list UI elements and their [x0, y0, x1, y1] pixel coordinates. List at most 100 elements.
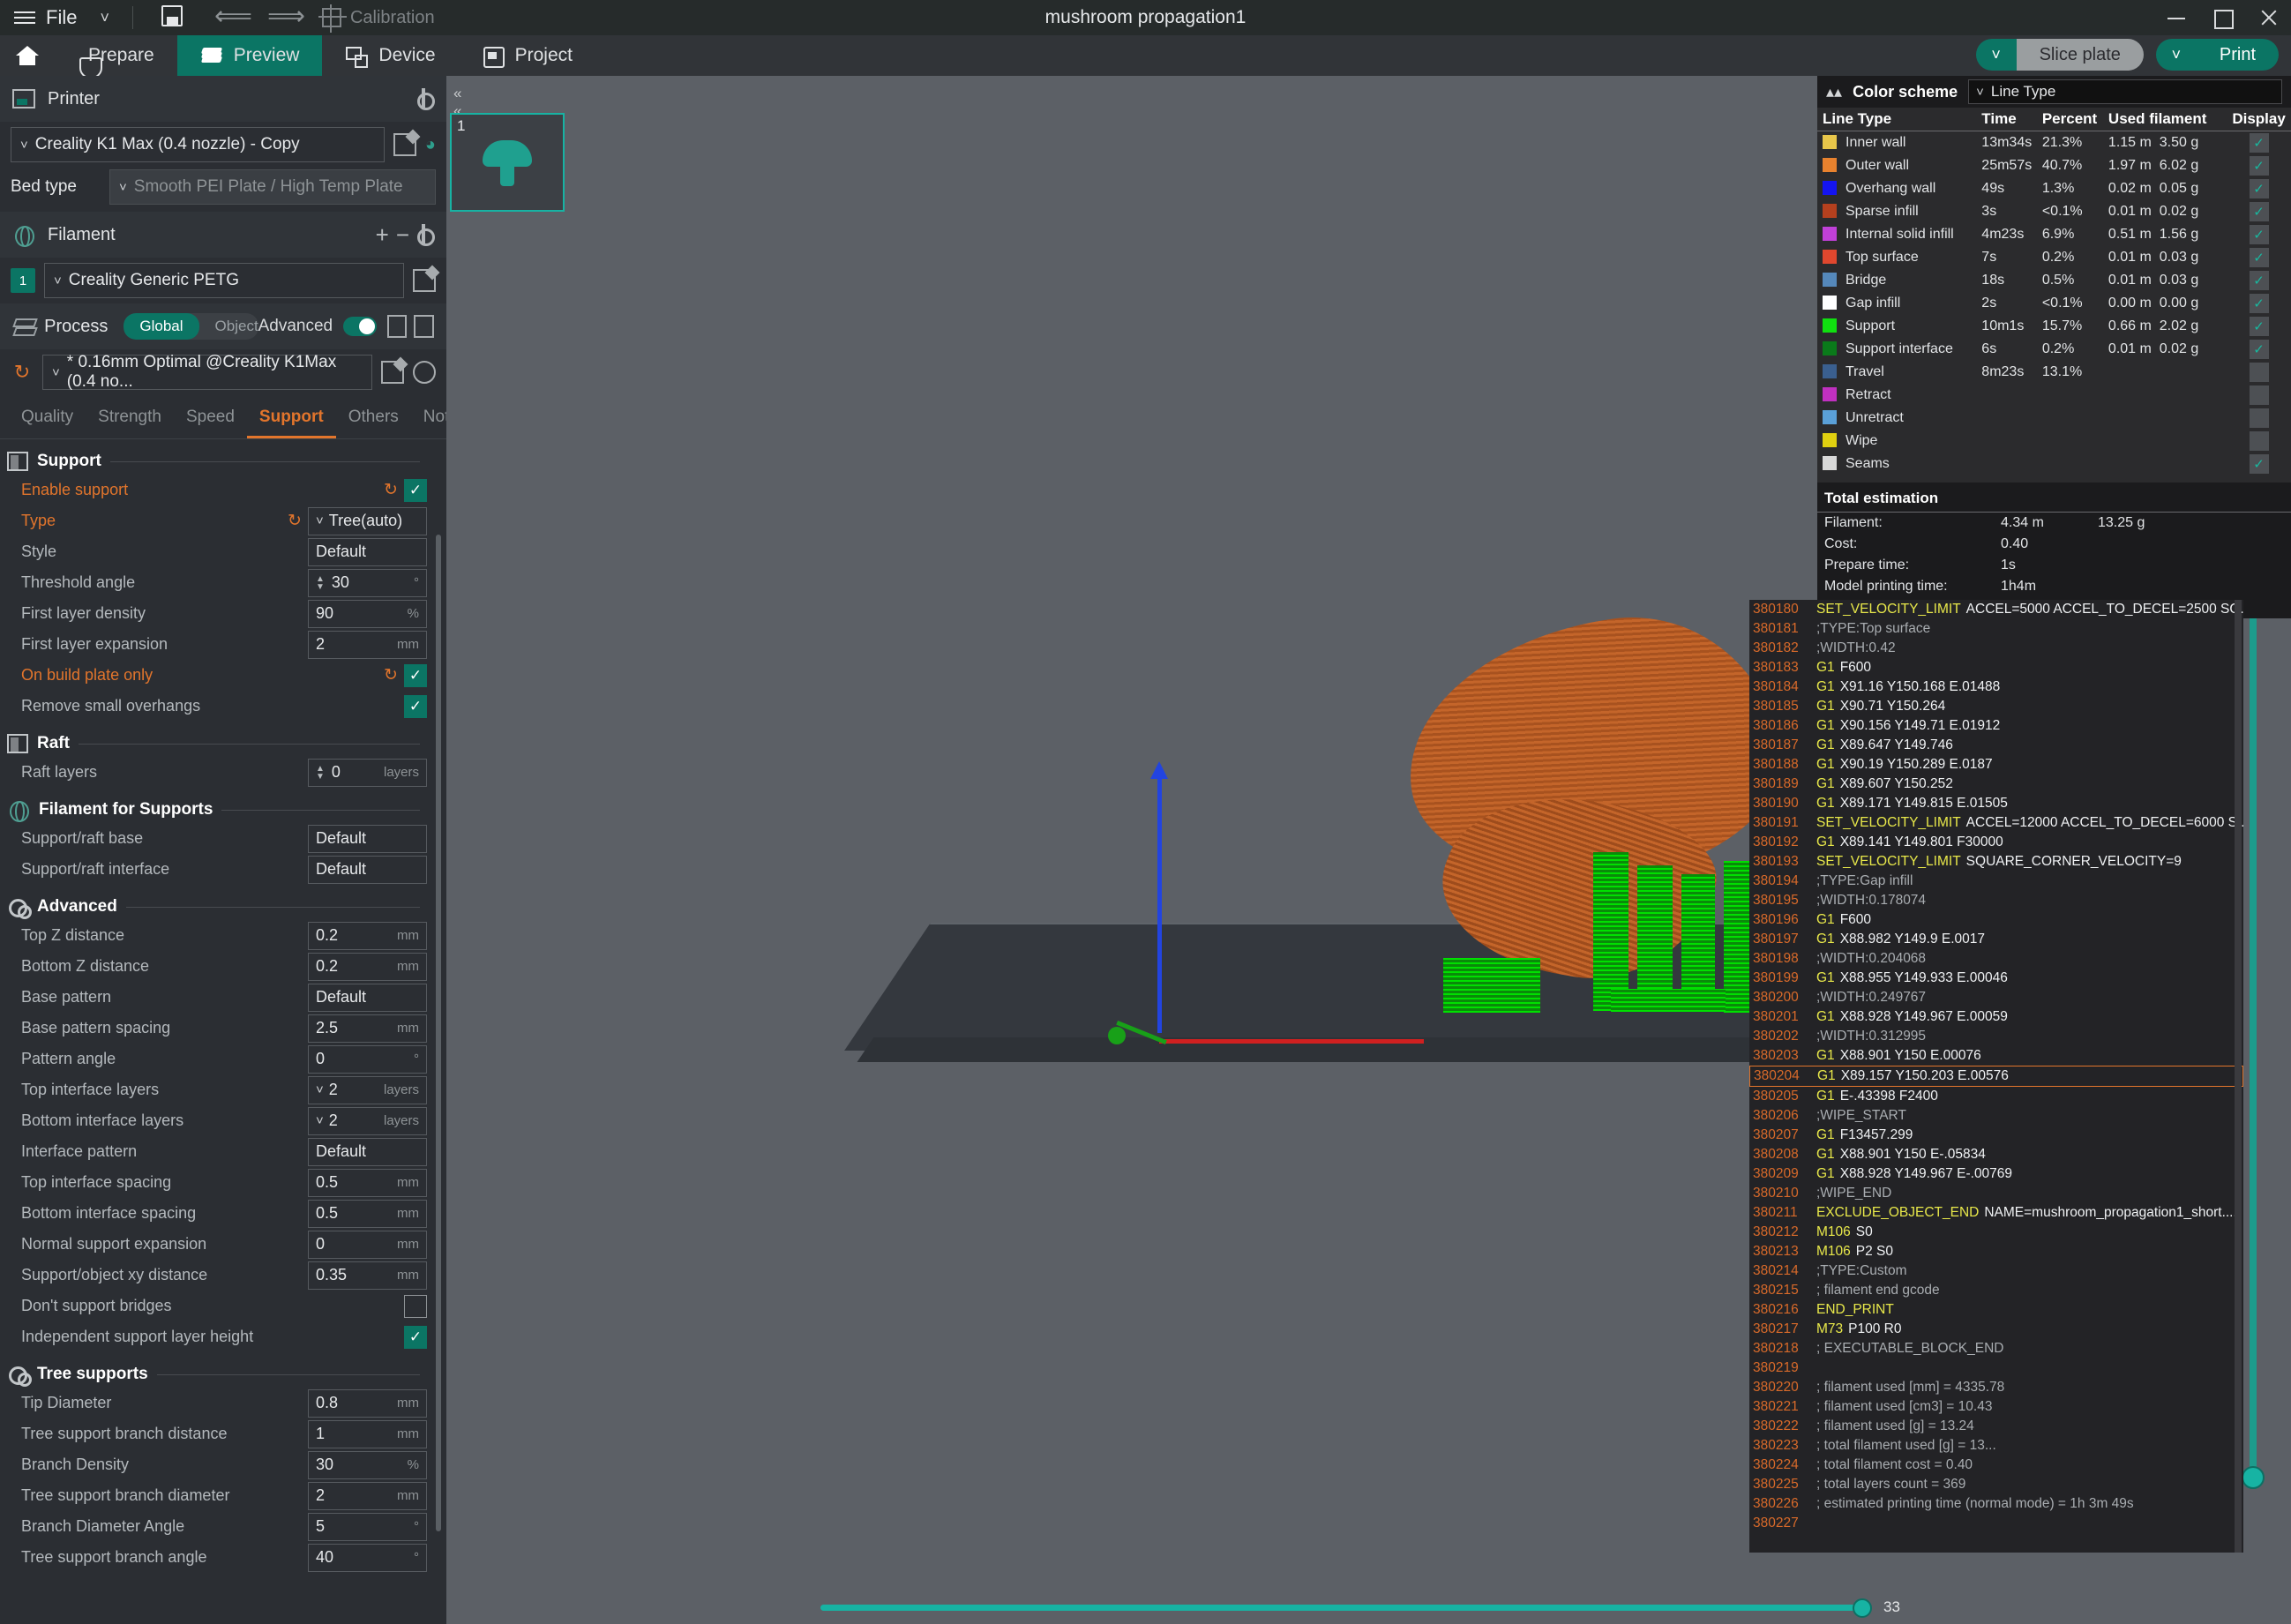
collapse-legend-icon[interactable]: ▴▴ [1826, 83, 1842, 101]
move-slider[interactable]: 33 [820, 1597, 1958, 1618]
gcode-line[interactable]: 380190 G1 X89.171 Y149.815 E.01505 [1749, 794, 2243, 813]
display-toggle[interactable]: ✓ [2249, 133, 2269, 153]
gcode-line[interactable]: 380214 ;TYPE:Custom [1749, 1261, 2243, 1281]
checkbox[interactable]: ✓ [404, 1325, 427, 1349]
move-slider-handle[interactable] [1853, 1598, 1872, 1618]
filament-select[interactable]: ˅ Creality Generic PETG [44, 263, 404, 298]
value-field[interactable]: ▲ ▼ 30 ° [308, 568, 427, 597]
gcode-line[interactable]: 380183 G1 F600 [1749, 658, 2243, 677]
save-icon[interactable] [161, 5, 186, 30]
checkbox[interactable] [404, 1294, 427, 1318]
gcode-line[interactable]: 380209 G1 X88.928 Y149.967 E-.00769 [1749, 1164, 2243, 1184]
gcode-line[interactable]: 380226 ; estimated printing time (normal … [1749, 1494, 2243, 1514]
preset-save-icon[interactable] [381, 361, 404, 384]
value-field[interactable]: 0.5 mm [308, 1199, 427, 1228]
checkbox[interactable]: ✓ [404, 478, 427, 502]
settings-tab-strength[interactable]: Strength [86, 404, 174, 438]
spinner-icon[interactable]: ▲ ▼ [316, 764, 325, 781]
display-toggle[interactable]: ✓ [2249, 454, 2269, 474]
process-scope-global[interactable]: Global [124, 313, 199, 340]
display-toggle[interactable]: ✓ [2249, 340, 2269, 359]
redo-icon[interactable]: ⟹ [267, 4, 305, 30]
settings-tab-speed[interactable]: Speed [174, 404, 247, 438]
gcode-line[interactable]: 380203 G1 X88.901 Y150 E.00076 [1749, 1046, 2243, 1066]
settings-tab-others[interactable]: Others [336, 404, 411, 438]
value-field[interactable]: 0 mm [308, 1230, 427, 1259]
gcode-line[interactable]: 380201 G1 X88.928 Y149.967 E.00059 [1749, 1007, 2243, 1027]
gcode-line[interactable]: 380181 ;TYPE:Top surface [1749, 619, 2243, 639]
calibration-button[interactable]: Calibration [318, 4, 435, 33]
value-field[interactable]: 0.8 mm [308, 1388, 427, 1418]
value-field[interactable]: Default [308, 537, 427, 566]
gcode-line[interactable]: 380213 M106 P2 S0 [1749, 1242, 2243, 1261]
gcode-line[interactable]: 380198 ;WIDTH:0.204068 [1749, 949, 2243, 969]
printer-edit-icon[interactable] [393, 133, 416, 156]
tab-project[interactable]: Project [459, 35, 595, 76]
display-toggle[interactable]: ✓ [2249, 156, 2269, 176]
value-field[interactable]: 40 ° [308, 1543, 427, 1572]
tab-preview[interactable]: Preview [176, 35, 323, 76]
preset-options-icon[interactable] [414, 315, 435, 338]
value-field[interactable]: 0.2 mm [308, 952, 427, 981]
gcode-viewer[interactable]: 380180 SET_VELOCITY_LIMIT ACCEL=5000 ACCEL… [1749, 600, 2243, 1553]
display-toggle[interactable]: ✓ [2249, 294, 2269, 313]
value-field[interactable]: Default [308, 1137, 427, 1166]
gcode-line[interactable]: 380182 ;WIDTH:0.42 [1749, 639, 2243, 658]
gcode-line[interactable]: 380210 ;WIPE_END [1749, 1184, 2243, 1203]
gcode-line[interactable]: 380191 SET_VELOCITY_LIMIT ACCEL=12000 ACCE… [1749, 813, 2243, 833]
color-scheme-select[interactable]: ˅ Line Type [1968, 79, 2282, 104]
compare-presets-icon[interactable] [386, 315, 408, 338]
gcode-line[interactable]: 380215 ; filament end gcode [1749, 1281, 2243, 1300]
maximize-icon[interactable] [2212, 7, 2234, 29]
undo-icon[interactable]: ⟸ [214, 4, 252, 30]
print-dropdown-icon[interactable]: ˅ [2155, 39, 2197, 71]
settings-scrollbar[interactable] [436, 535, 441, 1531]
home-button[interactable] [0, 35, 55, 76]
value-field[interactable]: 5 ° [308, 1512, 427, 1541]
advanced-mode-toggle[interactable] [343, 317, 377, 336]
gcode-line[interactable]: 380217 M73 P100 R0 [1749, 1320, 2243, 1339]
gcode-line[interactable]: 380194 ;TYPE:Gap infill [1749, 872, 2243, 891]
tab-device[interactable]: Device [322, 35, 458, 76]
display-toggle[interactable]: ✓ [2249, 179, 2269, 198]
display-toggle[interactable]: ✓ [2249, 225, 2269, 244]
slice-plate-button[interactable]: ˅ Slice plate [1975, 39, 2144, 71]
display-toggle[interactable]: ✓ [2249, 408, 2269, 428]
filament-settings-gear-icon[interactable] [413, 224, 435, 246]
gcode-line[interactable]: 380196 G1 F600 [1749, 910, 2243, 930]
gcode-line[interactable]: 380180 SET_VELOCITY_LIMIT ACCEL=5000 ACCEL… [1749, 600, 2243, 619]
close-icon[interactable] [2257, 7, 2279, 28]
printer-select[interactable]: ˅ Creality K1 Max (0.4 nozzle) - Copy [11, 127, 385, 162]
file-menu-button[interactable]: File [46, 6, 77, 29]
bed-type-select[interactable]: ˅ Smooth PEI Plate / High Temp Plate [109, 169, 436, 205]
value-field[interactable]: 2.5 mm [308, 1014, 427, 1043]
value-field[interactable]: Default [308, 824, 427, 853]
process-scope-objects[interactable]: Objects [199, 313, 258, 340]
gcode-line[interactable]: 380186 G1 X90.156 Y149.71 E.01912 [1749, 716, 2243, 736]
gcode-line[interactable]: 380192 G1 X89.141 Y149.801 F30000 [1749, 833, 2243, 852]
gcode-line[interactable]: 380218 ; EXECUTABLE_BLOCK_END [1749, 1339, 2243, 1358]
minimize-icon[interactable] [2166, 7, 2187, 28]
add-filament-button[interactable]: + [372, 221, 393, 249]
gcode-scrollbar[interactable] [2235, 600, 2242, 1553]
value-field[interactable]: 2 mm [308, 1481, 427, 1510]
gcode-line[interactable]: 380205 G1 E-.43398 F2400 [1749, 1087, 2243, 1106]
move-slider-track[interactable] [820, 1605, 1870, 1611]
filament-index-badge[interactable]: 1 [11, 268, 35, 293]
gcode-line[interactable]: 380206 ;WIPE_START [1749, 1106, 2243, 1126]
reset-preset-icon[interactable]: ↻ [11, 361, 34, 384]
value-field[interactable]: ˅ Tree(auto) [308, 506, 427, 535]
value-field[interactable]: Default [308, 855, 427, 884]
spinner-icon[interactable]: ▲ ▼ [316, 574, 325, 591]
reset-icon[interactable]: ↻ [281, 511, 308, 531]
process-preset-select[interactable]: ˅ * 0.16mm Optimal @Creality K1Max (0.4 … [42, 353, 372, 391]
value-field[interactable]: 0 ° [308, 1044, 427, 1074]
display-toggle[interactable]: ✓ [2249, 385, 2269, 405]
search-icon[interactable] [413, 361, 436, 384]
tab-prepare[interactable]: Prepare [55, 35, 177, 79]
value-field[interactable]: 0.5 mm [308, 1168, 427, 1197]
value-field[interactable]: ˅ 2 layers [308, 1075, 427, 1104]
gcode-line[interactable]: 380197 G1 X88.982 Y149.9 E.0017 [1749, 930, 2243, 949]
value-field[interactable]: 30% [308, 1450, 427, 1479]
printer-settings-gear-icon[interactable] [413, 88, 435, 110]
